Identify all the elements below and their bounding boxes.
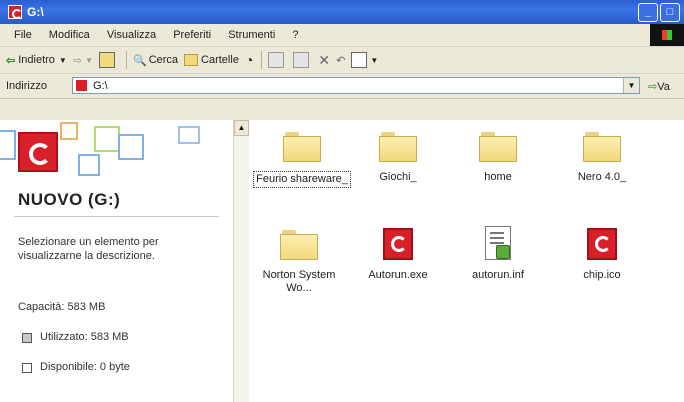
- item-label: home: [484, 171, 512, 183]
- drive-icon: [8, 5, 22, 19]
- windows-logo-icon: [650, 24, 684, 46]
- inf-file-icon: [485, 226, 511, 260]
- folders-button[interactable]: Cartelle: [184, 54, 239, 66]
- folder-icon: [583, 132, 621, 162]
- decor-square: [60, 122, 78, 140]
- folders-icon: [184, 54, 199, 66]
- search-button[interactable]: 🔍 Cerca: [133, 54, 178, 67]
- folder-item[interactable]: Giochi_: [348, 132, 448, 184]
- explorer-window: G:\ _ □ File Modifica Visualizza Preferi…: [0, 0, 684, 402]
- decor-square: [118, 134, 144, 160]
- panel-header-art: [0, 120, 233, 178]
- file-item[interactable]: Autorun.exe: [348, 228, 448, 282]
- item-label: Nero 4.0_: [577, 171, 627, 183]
- item-label: Autorun.exe: [368, 269, 428, 281]
- folder-icon: [283, 132, 321, 162]
- folder-icon: [479, 132, 517, 162]
- item-label: Feurio shareware_: [253, 171, 351, 188]
- menu-strumenti[interactable]: Strumenti: [228, 29, 275, 41]
- used-legend-swatch: [22, 333, 32, 343]
- file-item[interactable]: autorun.inf: [448, 226, 548, 282]
- folder-item[interactable]: home: [448, 132, 548, 184]
- minimize-button[interactable]: _: [638, 3, 658, 22]
- folder-item[interactable]: Feurio shareware_: [252, 132, 352, 188]
- menu-file[interactable]: File: [14, 29, 32, 41]
- folder-item[interactable]: Nero 4.0_: [552, 132, 652, 184]
- drive-large-icon: [18, 132, 58, 172]
- go-label: Va: [657, 81, 670, 93]
- item-label: Norton System Wo...: [262, 269, 336, 294]
- search-label: Cerca: [148, 54, 179, 66]
- menu-bar: File Modifica Visualizza Preferiti Strum…: [0, 24, 684, 47]
- folder-icon: [280, 230, 318, 260]
- maximize-button[interactable]: □: [660, 3, 680, 22]
- window-title: G:\: [27, 5, 44, 19]
- capacity-text: Capacità: 583 MB: [18, 301, 106, 313]
- back-arrow-icon: ⇦: [6, 54, 16, 67]
- file-item[interactable]: chip.ico: [552, 228, 652, 282]
- decor-square: [178, 126, 200, 144]
- copy-to-icon: [293, 52, 310, 68]
- go-button[interactable]: ⇨Va: [648, 80, 670, 93]
- up-folder-button[interactable]: [98, 52, 118, 68]
- folder-icon: [379, 132, 417, 162]
- used-space-text: Utilizzato: 583 MB: [40, 331, 129, 343]
- description-text: Selezionare un elemento per visualizzarn…: [18, 236, 159, 262]
- decor-square: [94, 126, 120, 152]
- decor-square: [0, 130, 16, 160]
- move-to-icon: [268, 52, 285, 68]
- forward-arrow-icon: ⇨: [72, 54, 83, 67]
- autorun-exe-icon: [383, 228, 413, 260]
- back-label: Indietro: [18, 54, 55, 66]
- item-label: autorun.inf: [472, 269, 524, 281]
- item-label: Giochi_: [379, 171, 417, 183]
- toolbar-separator: [125, 51, 127, 69]
- vertical-scrollbar[interactable]: ▲: [233, 120, 249, 402]
- address-label: Indirizzo: [6, 80, 47, 92]
- menu-visualizza[interactable]: Visualizza: [107, 29, 156, 41]
- copy-to-button[interactable]: [293, 52, 312, 68]
- toolbar: ⇦ Indietro ▼ ⇨ ▼ 🔍 Cerca Cartelle ◔ ✕ ↶ …: [0, 47, 684, 74]
- toolbar-separator: [261, 51, 263, 69]
- item-label: chip.ico: [583, 269, 621, 281]
- title-bar[interactable]: G:\ _ □: [0, 0, 684, 24]
- folders-label: Cartelle: [201, 54, 239, 66]
- chevron-down-icon: ▼: [370, 55, 379, 65]
- search-icon: 🔍: [132, 54, 147, 67]
- drive-icon: [75, 79, 88, 92]
- delete-button[interactable]: ✕: [318, 52, 330, 69]
- scroll-up-button[interactable]: ▲: [234, 120, 249, 136]
- drive-title: NUOVO (G:): [18, 190, 121, 209]
- address-bar: Indirizzo G:\ ▼ ⇨Va: [0, 74, 684, 99]
- delete-icon: ✕: [318, 51, 331, 68]
- menu-modifica[interactable]: Modifica: [49, 29, 90, 41]
- free-space-text: Disponibile: 0 byte: [40, 361, 130, 373]
- undo-icon: ↶: [336, 54, 346, 67]
- address-field[interactable]: G:\ ▼: [72, 77, 640, 94]
- views-icon: [351, 52, 368, 68]
- forward-button[interactable]: ⇨ ▼: [73, 54, 93, 67]
- menu-help[interactable]: ?: [292, 29, 298, 41]
- move-to-button[interactable]: [268, 52, 287, 68]
- file-list: Feurio shareware_ Giochi_ home Nero 4.0_…: [249, 120, 684, 402]
- go-arrow-icon: ⇨: [648, 81, 658, 93]
- views-button[interactable]: ▼: [351, 52, 378, 68]
- history-icon: ◔: [244, 52, 254, 68]
- address-value: G:\: [93, 80, 108, 92]
- free-legend-swatch: [22, 363, 32, 373]
- up-folder-icon: [98, 52, 115, 68]
- undo-button[interactable]: ↶: [336, 54, 345, 67]
- back-button[interactable]: ⇦ Indietro ▼: [6, 54, 67, 67]
- history-button[interactable]: ◔: [245, 52, 253, 68]
- decor-square: [78, 154, 100, 176]
- folder-item[interactable]: Norton System Wo...: [249, 230, 349, 295]
- address-dropdown-button[interactable]: ▼: [623, 78, 639, 93]
- chevron-down-icon: ▼: [58, 55, 67, 65]
- window-controls: _ □: [638, 3, 680, 22]
- chevron-down-icon: ▼: [85, 55, 93, 65]
- divider: [14, 216, 219, 217]
- details-panel: NUOVO (G:) Selezionare un elemento per v…: [0, 120, 233, 402]
- menu-preferiti[interactable]: Preferiti: [173, 29, 211, 41]
- ico-file-icon: [587, 228, 617, 260]
